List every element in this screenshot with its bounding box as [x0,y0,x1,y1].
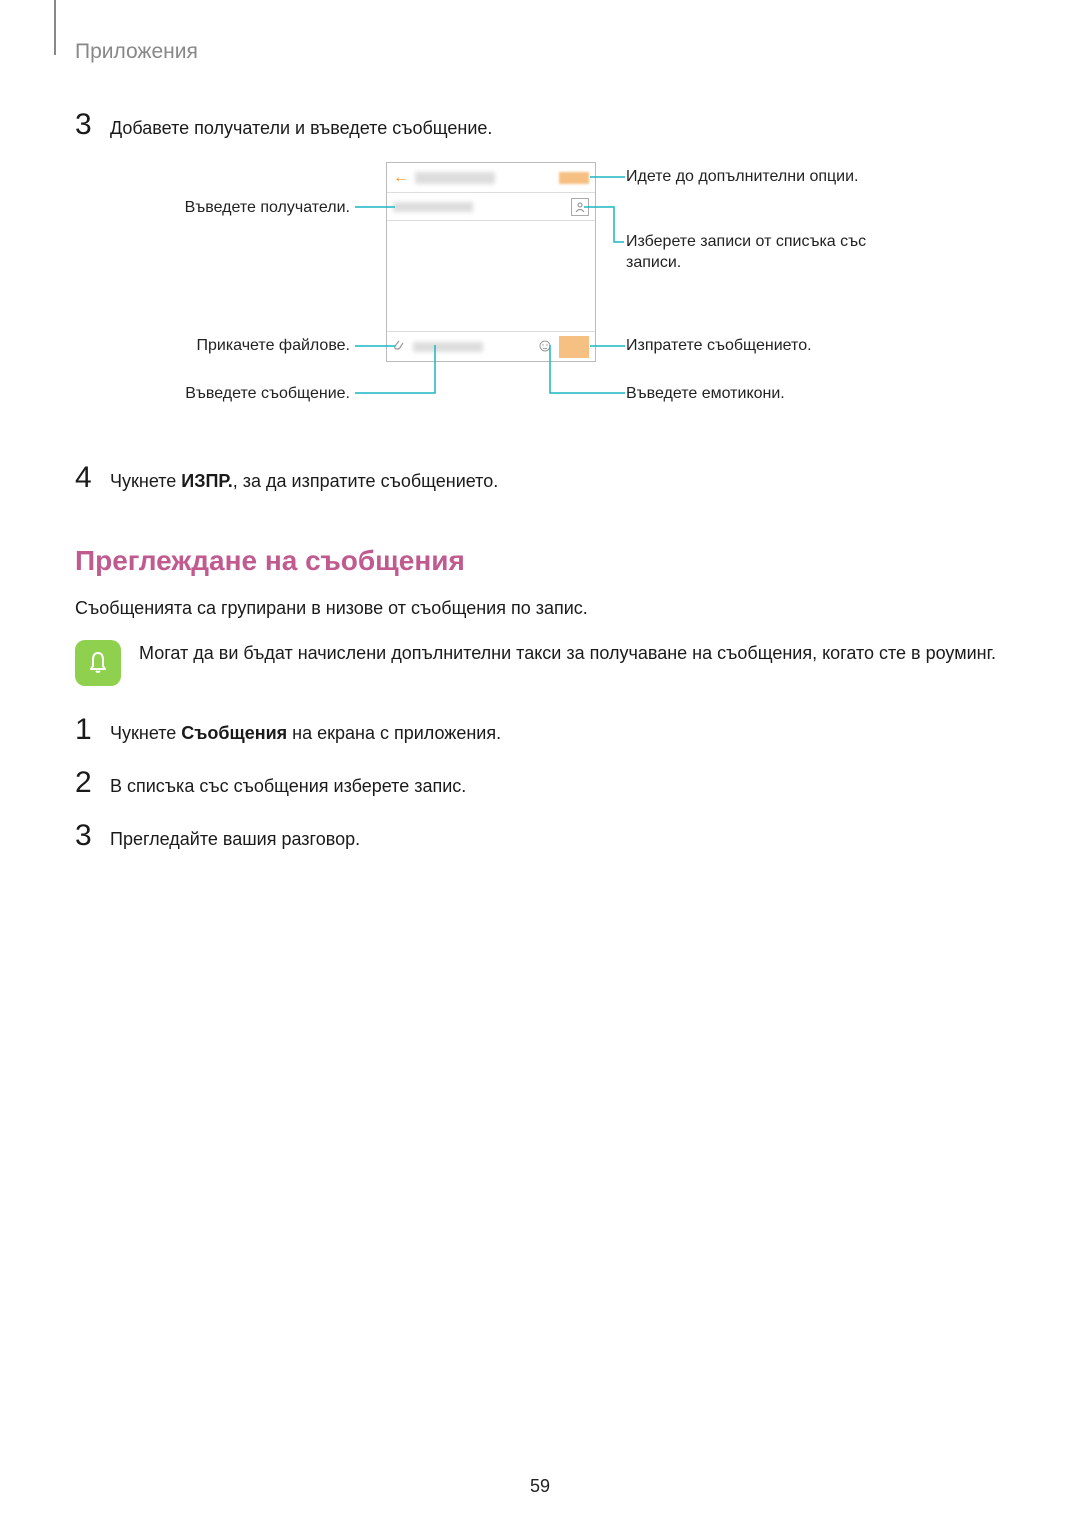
step-number: 1 [75,715,110,745]
callout-attach: Прикачете файлове. [110,336,350,357]
step-number: 2 [75,768,110,798]
view-step-2: 2 В списъка със съобщения изберете запис… [75,767,1005,800]
back-arrow-icon: ← [393,169,409,187]
callout-select-contacts: Изберете записи от списъка със записи. [626,232,906,274]
bell-icon [75,640,121,686]
callout-send: Изпратете съобщението. [626,336,906,357]
callout-recipients: Въведете получатели. [110,198,350,219]
step-text: В списъка със съобщения изберете запис. [110,767,466,800]
roaming-note: Могат да ви бъдат начислени допълнителни… [75,640,1005,686]
blurred-recipient [393,202,473,212]
section-heading-view-messages: Преглеждане на съобщения [75,545,1005,577]
step-3: 3 Добавете получатели и въведете съобщен… [75,109,1005,142]
page-header: Приложения [75,40,1005,64]
step-text: Чукнете ИЗПР., за да изпратите съобщение… [110,462,498,495]
blurred-title [415,172,495,184]
more-button-mock [559,172,589,184]
emoji-icon [539,339,551,355]
callout-more-options: Идете до допълнителни опции. [626,167,906,188]
view-step-1: 1 Чукнете Съобщения на екрана с приложен… [75,714,1005,747]
step-4: 4 Чукнете ИЗПР., за да изпратите съобщен… [75,462,1005,495]
step-text: Прегледайте вашия разговор. [110,820,360,853]
view-step-3: 3 Прегледайте вашия разговор. [75,820,1005,853]
attach-icon [393,339,405,355]
phone-mockup: ← [386,162,596,362]
step-text: Чукнете Съобщения на екрана с приложения… [110,714,501,747]
callout-enter-message: Въведете съобщение. [110,384,350,405]
step-number: 3 [75,821,110,851]
step-number: 3 [75,110,110,140]
step-number: 4 [75,463,110,493]
blurred-input [413,342,483,352]
page-number: 59 [0,1476,1080,1497]
note-text: Могат да ви бъдат начислени допълнителни… [139,640,996,667]
contacts-icon [571,198,589,216]
paragraph-grouping: Съобщенията са групирани в низове от съо… [75,595,1005,622]
step-text: Добавете получатели и въведете съобщение… [110,109,492,142]
send-button-mock [559,336,589,358]
message-compose-diagram: ← Въведете [110,162,970,442]
callout-emoji: Въведете емотикони. [626,384,906,405]
